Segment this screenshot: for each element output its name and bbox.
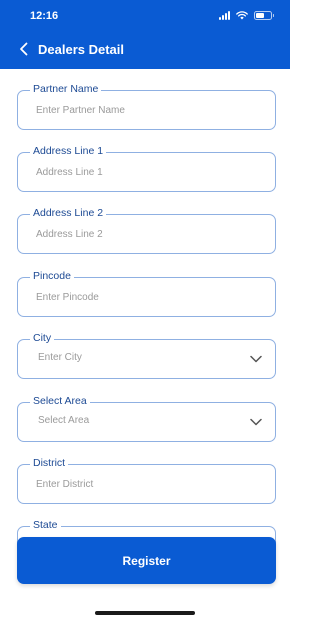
area-select[interactable]: Select Area Select Area: [17, 395, 276, 442]
pincode-field[interactable]: Pincode: [17, 270, 276, 317]
address-line-1-field[interactable]: Address Line 1: [17, 145, 276, 192]
city-label: City: [30, 332, 55, 345]
chevron-down-icon: [250, 418, 262, 426]
wifi-icon: [236, 11, 248, 20]
back-button[interactable]: [10, 35, 38, 63]
address-line-2-input[interactable]: [36, 215, 261, 253]
pincode-input[interactable]: [36, 278, 261, 316]
home-indicator: [95, 611, 195, 615]
partner-name-input[interactable]: [36, 91, 261, 129]
area-label: Select Area: [30, 395, 90, 408]
city-select[interactable]: City Enter City: [17, 332, 276, 379]
signal-icon: [219, 11, 230, 20]
district-field[interactable]: District: [17, 457, 276, 504]
address-line-1-input[interactable]: [36, 153, 261, 191]
area-select-value: Select Area: [38, 415, 90, 426]
city-select-value: Enter City: [38, 352, 82, 363]
battery-icon: [254, 11, 274, 20]
chevron-down-icon: [250, 355, 262, 363]
status-time: 12:16: [30, 10, 59, 22]
app-bar: Dealers Detail: [0, 34, 290, 64]
district-input[interactable]: [36, 465, 261, 503]
register-button[interactable]: Register: [17, 537, 276, 584]
page-title: Dealers Detail: [38, 41, 124, 57]
address-line-2-field[interactable]: Address Line 2: [17, 207, 276, 254]
phone-screen: 12:16 Dealers Detail Partner Name Enter …: [0, 0, 290, 621]
state-label: State: [30, 519, 61, 532]
chevron-left-icon: [20, 42, 28, 56]
header: 12:16 Dealers Detail: [0, 0, 290, 69]
status-icons: [219, 11, 274, 20]
partner-name-field[interactable]: Partner Name: [17, 83, 276, 130]
status-bar: 12:16: [0, 0, 290, 34]
